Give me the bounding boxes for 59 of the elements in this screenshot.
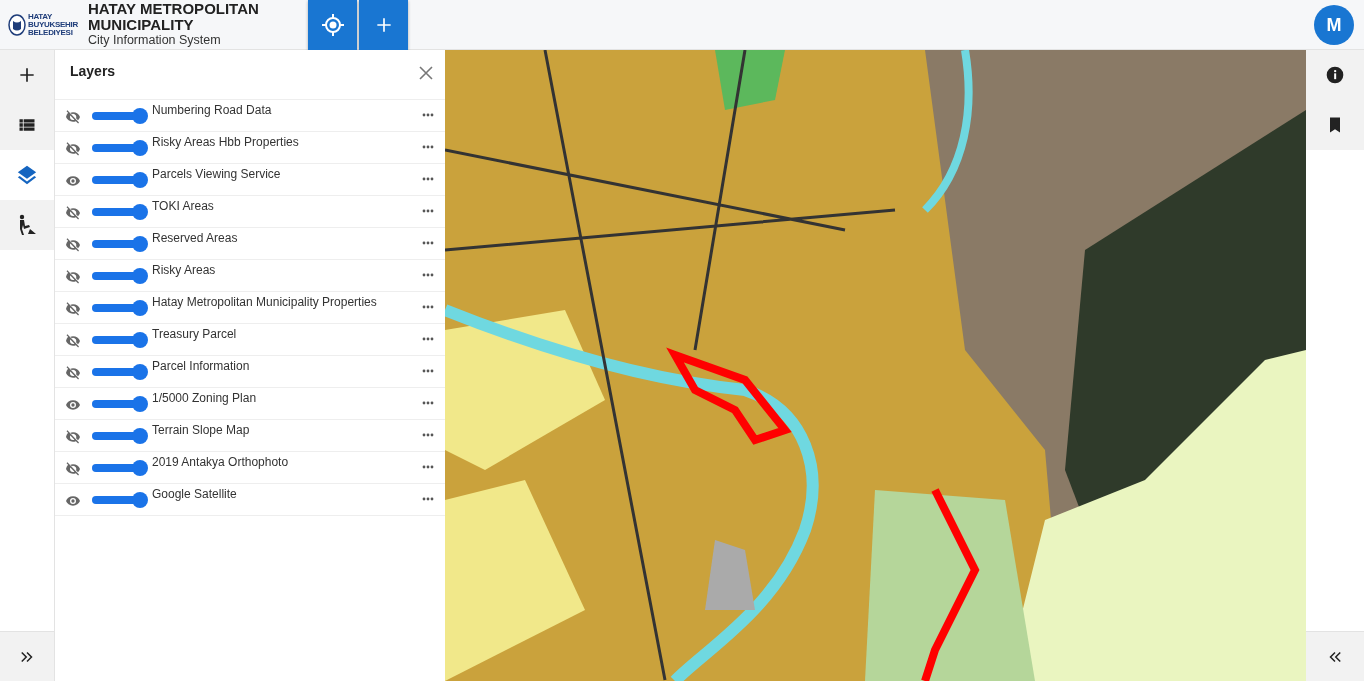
user-avatar[interactable]: M	[1314, 5, 1354, 45]
layer-name: Numbering Road Data	[152, 103, 273, 117]
locate-button[interactable]	[308, 0, 357, 50]
crosshair-icon	[320, 13, 345, 37]
layer-name: Reserved Areas	[152, 231, 239, 245]
more-options-button[interactable]	[421, 432, 435, 438]
logo-text: BELEDIYESI	[28, 28, 74, 37]
more-options-button[interactable]	[421, 464, 435, 470]
slider-thumb[interactable]	[132, 460, 148, 476]
map-drawing[interactable]	[445, 50, 1306, 681]
close-button[interactable]	[417, 64, 435, 82]
layer-name: Parcel Information	[152, 359, 251, 373]
more-options-button[interactable]	[421, 304, 435, 310]
layer-name: TOKI Areas	[152, 199, 215, 213]
slider-thumb[interactable]	[132, 364, 148, 380]
more-options-button[interactable]	[421, 112, 435, 118]
bookmark-button[interactable]	[1306, 100, 1364, 150]
close-icon	[417, 64, 435, 82]
more-options-button[interactable]	[421, 208, 435, 214]
layer-name: Hatay Metropolitan Municipality Properties	[152, 295, 378, 309]
slider-thumb[interactable]	[132, 140, 148, 156]
more-options-button[interactable]	[421, 368, 435, 374]
layer-name: Risky Areas	[152, 263, 217, 277]
layer-name: Google Satellite	[152, 487, 238, 501]
more-options-button[interactable]	[421, 176, 435, 182]
slider-thumb[interactable]	[132, 268, 148, 284]
logo-emblem-icon	[8, 13, 26, 36]
layer-name: Parcels Viewing Service	[152, 167, 282, 181]
more-options-button[interactable]	[421, 400, 435, 406]
plus-icon	[17, 65, 37, 85]
slider-thumb[interactable]	[132, 396, 148, 412]
sidebar-tool-button[interactable]	[0, 100, 54, 150]
sidebar-tool-button[interactable]	[0, 200, 54, 250]
slider-thumb[interactable]	[132, 300, 148, 316]
info-icon	[1325, 65, 1345, 85]
slider-thumb[interactable]	[132, 428, 148, 444]
more-options-button[interactable]	[421, 144, 435, 150]
slider-thumb[interactable]	[132, 172, 148, 188]
app-subtitle: City Information System	[88, 33, 222, 48]
layer-name: Risky Areas Hbb Properties	[152, 135, 300, 149]
layers-icon	[16, 164, 38, 186]
more-options-button[interactable]	[421, 272, 435, 278]
layer-name: 1/5000 Zoning Plan	[152, 391, 258, 405]
slider-thumb[interactable]	[132, 332, 148, 348]
panel-title: Layers	[70, 63, 116, 79]
layer-name: Treasury Parcel	[152, 327, 238, 341]
layer-name: 2019 Antakya Orthophoto	[152, 455, 290, 469]
more-options-button[interactable]	[421, 496, 435, 502]
slider-thumb[interactable]	[132, 108, 148, 124]
layer-name: Terrain Slope Map	[152, 423, 251, 437]
more-options-button[interactable]	[421, 336, 435, 342]
slider-thumb[interactable]	[132, 236, 148, 252]
slider-thumb[interactable]	[132, 204, 148, 220]
info-button[interactable]	[1306, 50, 1364, 100]
more-options-button[interactable]	[421, 240, 435, 246]
app-title: HATAY METROPOLITAN MUNICIPALITY	[88, 1, 260, 33]
logo-text: BUYUKSEHIR	[28, 20, 78, 29]
logo-text: HATAY	[28, 12, 54, 21]
slider-thumb[interactable]	[132, 492, 148, 508]
